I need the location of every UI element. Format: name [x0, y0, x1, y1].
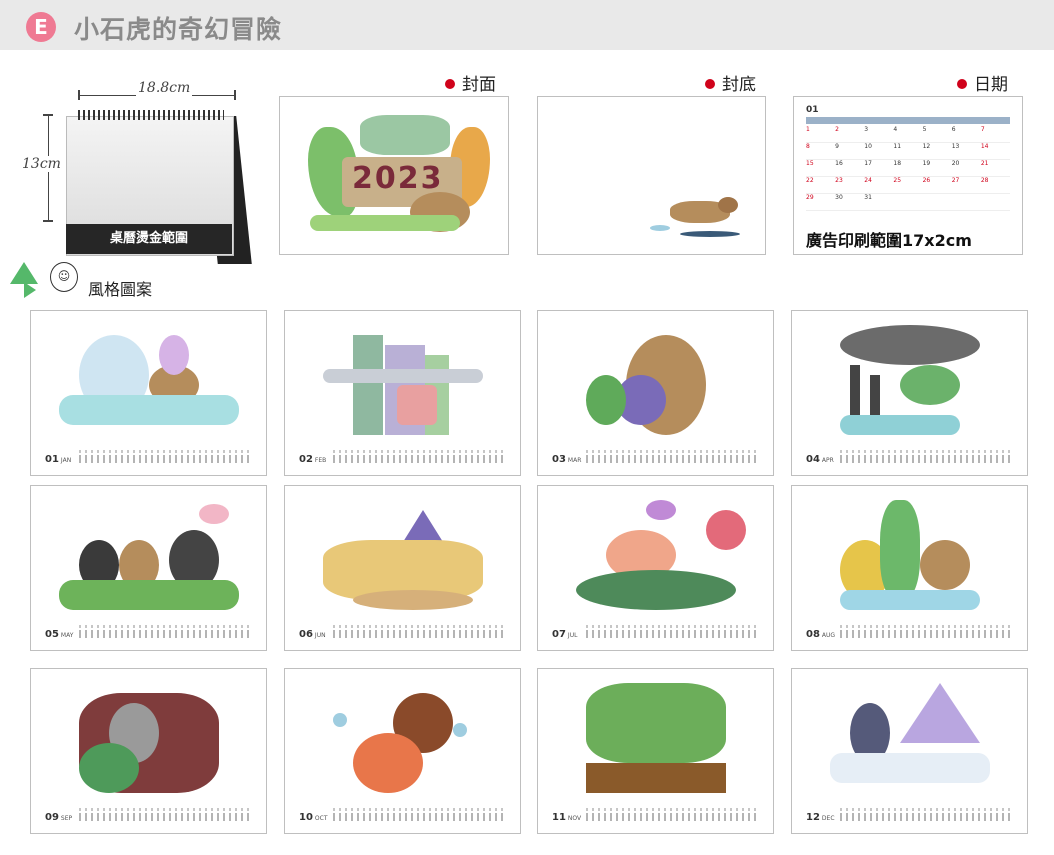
spiral-binding: [78, 110, 224, 120]
ad-print-range: 廣告印刷範圍17x2cm: [806, 231, 972, 250]
day-strip: [333, 808, 506, 821]
day-strip: [333, 450, 506, 463]
month-page: 04 APR: [791, 310, 1028, 476]
arrow-icon: [24, 282, 36, 298]
day-strip: [840, 450, 1013, 463]
month-label: 10 OCT: [299, 812, 328, 823]
red-dot-icon: [445, 79, 455, 89]
month-page: 11 NOV: [537, 668, 774, 834]
month-artwork: [820, 683, 1000, 803]
month-page: 03 MAR: [537, 310, 774, 476]
date-page: 01 1234567 8 9 10 11 12 13 14 15 16 17 18 19 20 21 2…: [793, 96, 1023, 255]
cover-page: 2023: [279, 96, 509, 255]
month-artwork: [59, 683, 239, 803]
day-strip: [333, 625, 506, 638]
width-dimension: 18.8cm: [78, 80, 236, 100]
month-page: 05 MAY: [30, 485, 267, 651]
red-dot-icon: [957, 79, 967, 89]
day-strip: [586, 808, 759, 821]
day-strip: [79, 808, 252, 821]
cover-year: 2023: [352, 161, 444, 196]
date-grid: 1234567 8 9 10 11 12 13 14 15 16 17 18 19 20 21 22 23…: [806, 117, 1010, 211]
month-page: 10 OCT: [284, 668, 521, 834]
foil-stamp-area: 桌曆燙金範圍: [66, 224, 232, 254]
month-label: 01 JAN: [45, 454, 72, 465]
triangle-icon: [10, 262, 38, 284]
red-dot-icon: [705, 79, 715, 89]
month-label: 07 JUL: [552, 629, 578, 640]
month-page: 07 JUL: [537, 485, 774, 651]
month-artwork: [820, 500, 1000, 620]
day-strip: [79, 625, 252, 638]
month-label: 06 JUN: [299, 629, 326, 640]
month-artwork: [313, 500, 493, 620]
month-page: 06 JUN: [284, 485, 521, 651]
month-page: 02 FEB: [284, 310, 521, 476]
month-page: 09 SEP: [30, 668, 267, 834]
month-label: 05 MAY: [45, 629, 74, 640]
month-label: 03 MAR: [552, 454, 582, 465]
height-label: 13cm: [22, 156, 61, 172]
month-artwork: [313, 325, 493, 445]
header-bar: E 小石虎的奇幻冒險: [0, 0, 1054, 50]
height-dimension: 13cm: [22, 114, 61, 222]
month-artwork: [566, 683, 746, 803]
day-strip: [840, 625, 1013, 638]
girl-face-icon: ☺: [50, 262, 78, 292]
style-label: 風格圖案: [88, 280, 153, 299]
day-strip: [79, 450, 252, 463]
back-label: 封底: [705, 70, 756, 95]
cover-label: 封面: [445, 70, 496, 95]
month-label: 11 NOV: [552, 812, 582, 823]
calendar-size-diagram: 18.8cm 13cm 桌曆燙金範圍: [14, 80, 264, 270]
page-title: 小石虎的奇幻冒險: [74, 15, 283, 44]
width-label: 18.8cm: [136, 80, 193, 96]
month-artwork: [820, 325, 1000, 445]
back-page: [537, 96, 766, 255]
month-artwork: [58, 325, 239, 445]
date-month: 01: [806, 105, 819, 115]
month-artwork: [566, 325, 746, 445]
month-page: 12 DEC: [791, 668, 1028, 834]
section-badge: E: [26, 12, 56, 42]
month-page: 01 JAN: [30, 310, 267, 476]
month-artwork: [58, 500, 239, 620]
month-label: 08 AUG: [806, 629, 836, 640]
month-label: 04 APR: [806, 454, 834, 465]
month-artwork: [566, 500, 746, 620]
day-strip: [586, 450, 759, 463]
month-page: 08 AUG: [791, 485, 1028, 651]
month-label: 12 DEC: [806, 812, 835, 823]
month-artwork: [313, 683, 493, 803]
day-strip: [840, 808, 1013, 821]
month-label: 09 SEP: [45, 812, 73, 823]
day-strip: [586, 625, 759, 638]
style-pattern-tag: ☺ 風格圖案: [10, 256, 170, 300]
month-label: 02 FEB: [299, 454, 327, 465]
date-label: 日期: [957, 70, 1008, 95]
